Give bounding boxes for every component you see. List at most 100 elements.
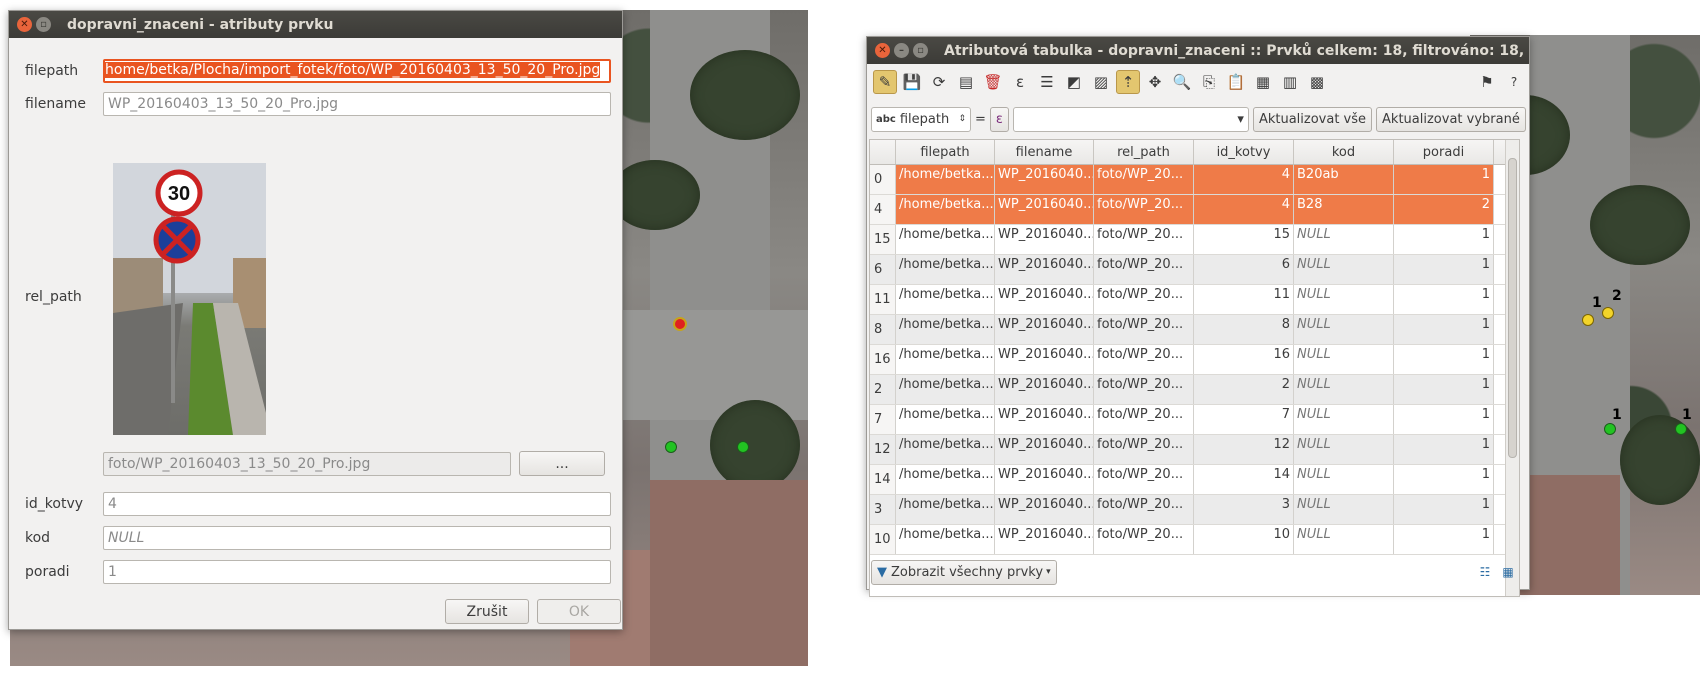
cell-filepath[interactable]: /home/betka...: [896, 525, 995, 554]
attribute-table[interactable]: filepath filename rel_path id_kotvy kod …: [869, 139, 1520, 597]
cell-id-kotvy[interactable]: 10: [1194, 525, 1294, 554]
cell-filepath[interactable]: /home/betka...: [896, 225, 995, 254]
cell-filename[interactable]: WP_2016040...: [995, 315, 1094, 344]
cell-id-kotvy[interactable]: 11: [1194, 285, 1294, 314]
cell-rel-path[interactable]: foto/WP_20...: [1094, 285, 1194, 314]
cell-id-kotvy[interactable]: 4: [1194, 195, 1294, 224]
kod-field[interactable]: NULL: [103, 526, 611, 550]
maximize-window-icon[interactable]: ▫: [36, 17, 51, 32]
cell-kod[interactable]: NULL: [1294, 375, 1394, 404]
cell-filename[interactable]: WP_2016040...: [995, 165, 1094, 194]
table-row[interactable]: 12/home/betka... WP_2016040... foto/WP_20.…: [870, 435, 1519, 465]
cell-poradi[interactable]: 2: [1394, 195, 1494, 224]
row-header[interactable]: 14: [870, 465, 896, 494]
cell-filepath[interactable]: /home/betka...: [896, 195, 995, 224]
cell-filepath[interactable]: /home/betka...: [896, 165, 995, 194]
cell-filepath[interactable]: /home/betka...: [896, 345, 995, 374]
table-view-icon[interactable]: ▦: [1498, 562, 1518, 582]
cell-kod[interactable]: NULL: [1294, 345, 1394, 374]
cell-kod[interactable]: NULL: [1294, 225, 1394, 254]
table-row[interactable]: 16/home/betka... WP_2016040... foto/WP_20.…: [870, 345, 1519, 375]
row-header[interactable]: 2: [870, 375, 896, 404]
cell-id-kotvy[interactable]: 6: [1194, 255, 1294, 284]
cell-filename[interactable]: WP_2016040...: [995, 465, 1094, 494]
point-marker-yellow[interactable]: [1582, 314, 1594, 326]
actions-icon[interactable]: ⚑: [1475, 70, 1499, 94]
row-header[interactable]: 3: [870, 495, 896, 524]
cell-kod[interactable]: NULL: [1294, 255, 1394, 284]
cell-filename[interactable]: WP_2016040...: [995, 345, 1094, 374]
table-row[interactable]: 10/home/betka... WP_2016040... foto/WP_20.…: [870, 525, 1519, 555]
reload-icon[interactable]: ⟳: [927, 70, 951, 94]
cell-poradi[interactable]: 1: [1394, 435, 1494, 464]
vertical-scrollbar[interactable]: [1505, 140, 1519, 596]
cell-rel-path[interactable]: foto/WP_20...: [1094, 375, 1194, 404]
cell-rel-path[interactable]: foto/WP_20...: [1094, 195, 1194, 224]
cell-id-kotvy[interactable]: 3: [1194, 495, 1294, 524]
cell-kod[interactable]: B28: [1294, 195, 1394, 224]
cell-kod[interactable]: B20ab: [1294, 165, 1394, 194]
row-header[interactable]: 15: [870, 225, 896, 254]
cell-poradi[interactable]: 1: [1394, 345, 1494, 374]
cell-id-kotvy[interactable]: 14: [1194, 465, 1294, 494]
selected-point-marker[interactable]: [673, 317, 687, 331]
table-row[interactable]: 6/home/betka... WP_2016040... foto/WP_20..…: [870, 255, 1519, 285]
cell-filename[interactable]: WP_2016040...: [995, 495, 1094, 524]
field-calculator-icon[interactable]: ▩: [1305, 70, 1329, 94]
cell-filepath[interactable]: /home/betka...: [896, 405, 995, 434]
cell-kod[interactable]: NULL: [1294, 525, 1394, 554]
cell-rel-path[interactable]: foto/WP_20...: [1094, 435, 1194, 464]
row-header[interactable]: 11: [870, 285, 896, 314]
paste-icon[interactable]: 📋: [1224, 70, 1248, 94]
corner-header[interactable]: [870, 140, 896, 164]
filepath-field[interactable]: home/betka/Plocha/import_fotek/foto/WP_2…: [103, 59, 611, 83]
table-row[interactable]: 4/home/betka... WP_2016040... foto/WP_20..…: [870, 195, 1519, 225]
cell-id-kotvy[interactable]: 16: [1194, 345, 1294, 374]
select-all-icon[interactable]: ☰: [1035, 70, 1059, 94]
cell-poradi[interactable]: 1: [1394, 375, 1494, 404]
save-edits-icon[interactable]: 💾: [900, 70, 924, 94]
cell-poradi[interactable]: 1: [1394, 405, 1494, 434]
cell-kod[interactable]: NULL: [1294, 465, 1394, 494]
table-row[interactable]: 3/home/betka... WP_2016040... foto/WP_20..…: [870, 495, 1519, 525]
cell-filename[interactable]: WP_2016040...: [995, 255, 1094, 284]
cell-rel-path[interactable]: foto/WP_20...: [1094, 525, 1194, 554]
update-all-button[interactable]: Aktualizovat vše: [1252, 106, 1373, 132]
cell-id-kotvy[interactable]: 4: [1194, 165, 1294, 194]
ok-button[interactable]: OK: [537, 599, 621, 624]
point-marker[interactable]: [665, 441, 677, 453]
cell-poradi[interactable]: 1: [1394, 255, 1494, 284]
cell-rel-path[interactable]: foto/WP_20...: [1094, 165, 1194, 194]
browse-button[interactable]: ...: [519, 451, 605, 476]
move-selection-to-top-icon[interactable]: ⇡: [1116, 70, 1140, 94]
new-field-icon[interactable]: ▦: [1251, 70, 1275, 94]
show-all-features-button[interactable]: ▼ Zobrazit všechny prvky ▾: [871, 559, 1057, 585]
table-row[interactable]: 2/home/betka... WP_2016040... foto/WP_20..…: [870, 375, 1519, 405]
table-row[interactable]: 7/home/betka... WP_2016040... foto/WP_20..…: [870, 405, 1519, 435]
cell-rel-path[interactable]: foto/WP_20...: [1094, 495, 1194, 524]
cell-filename[interactable]: WP_2016040...: [995, 225, 1094, 254]
cell-kod[interactable]: NULL: [1294, 315, 1394, 344]
cell-poradi[interactable]: 1: [1394, 495, 1494, 524]
cell-id-kotvy[interactable]: 12: [1194, 435, 1294, 464]
cell-filepath[interactable]: /home/betka...: [896, 495, 995, 524]
select-by-expression-icon[interactable]: ε: [1008, 70, 1032, 94]
cancel-button[interactable]: Zrušit: [445, 599, 529, 624]
row-header[interactable]: 12: [870, 435, 896, 464]
cell-rel-path[interactable]: foto/WP_20...: [1094, 405, 1194, 434]
copy-icon[interactable]: ⎘: [1197, 70, 1221, 94]
minimize-window-icon[interactable]: –: [894, 43, 909, 58]
cell-filename[interactable]: WP_2016040...: [995, 375, 1094, 404]
cell-filepath[interactable]: /home/betka...: [896, 375, 995, 404]
cell-poradi[interactable]: 1: [1394, 315, 1494, 344]
point-marker-yellow[interactable]: [1602, 307, 1614, 319]
row-header[interactable]: 0: [870, 165, 896, 194]
column-header[interactable]: poradi: [1394, 140, 1494, 164]
cell-filename[interactable]: WP_2016040...: [995, 525, 1094, 554]
cell-poradi[interactable]: 1: [1394, 165, 1494, 194]
expression-button[interactable]: ε: [989, 106, 1009, 132]
toggle-editing-icon[interactable]: ✎: [873, 70, 897, 94]
id-kotvy-field[interactable]: 4: [103, 492, 611, 516]
row-header[interactable]: 7: [870, 405, 896, 434]
scrollbar-thumb[interactable]: [1508, 158, 1517, 458]
